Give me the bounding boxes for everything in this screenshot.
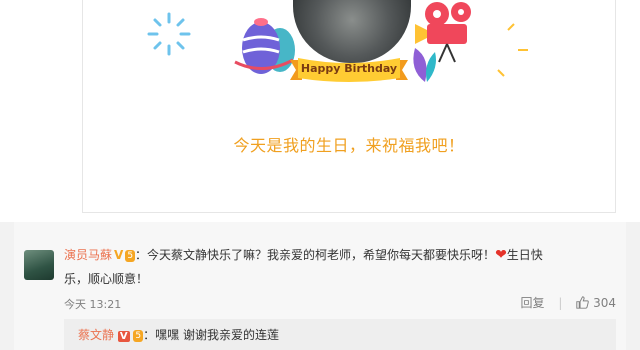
thumbs-up-icon [576, 296, 590, 309]
comment-actions: 回复 | 304 [521, 294, 616, 311]
level-badge-icon: 5 [133, 330, 144, 342]
reply-button[interactable]: 回复 [521, 294, 545, 311]
reply-body: ：嘿嘿 谢谢我亲爱的连莲 [143, 328, 279, 342]
replier-name[interactable]: 蔡文静 [78, 328, 114, 342]
comment-item: 演员马蘇 V 5 ：今天蔡文静快乐了嘛？我亲爱的柯老师，希望你每天都要快乐呀！❤生日快… [14, 222, 626, 350]
like-count: 304 [593, 296, 616, 310]
comment-section: 演员马蘇 V 5 ：今天蔡文静快乐了嘛？我亲爱的柯老师，希望你每天都要快乐呀！❤生日快… [0, 222, 640, 350]
commenter-avatar[interactable] [24, 250, 54, 280]
comment-body-end: 生日快 [506, 248, 543, 262]
level-badge-icon: 5 [125, 250, 136, 262]
like-button[interactable]: 304 [576, 296, 616, 310]
birthday-card-area: Happy Birthday 今天是我的生日，来祝福我吧！ [0, 0, 640, 222]
birthday-card[interactable]: Happy Birthday 今天是我的生日，来祝福我吧！ [82, 0, 616, 213]
action-divider: | [558, 296, 563, 310]
commenter-name[interactable]: 演员马蘇 [64, 248, 112, 262]
verified-badge-icon: V [114, 248, 124, 262]
reply-item: 蔡文静 V 5 ：嘿嘿 谢谢我亲爱的连莲 [64, 319, 616, 350]
ribbon-label: Happy Birthday [300, 62, 398, 75]
comment-timestamp: 今天 13:21 [64, 298, 122, 311]
comment-text-line1: 演员马蘇 V 5 ：今天蔡文静快乐了嘛？我亲爱的柯老师，希望你每天都要快乐呀！❤生日快 [64, 244, 624, 266]
reply-text: 蔡文静 V 5 ：嘿嘿 谢谢我亲爱的连莲 [78, 325, 279, 347]
sparkle-icon [147, 12, 191, 56]
birthday-greeting[interactable]: 今天是我的生日，来祝福我吧！ [83, 132, 615, 156]
heart-icon: ❤ [495, 247, 507, 263]
comment-body: ：今天蔡文静快乐了嘛？我亲爱的柯老师，希望你每天都要快乐呀！ [135, 248, 496, 262]
comment-text-line2: 乐，顺心顺意！ [64, 272, 149, 286]
verified-badge-icon: V [117, 331, 130, 342]
